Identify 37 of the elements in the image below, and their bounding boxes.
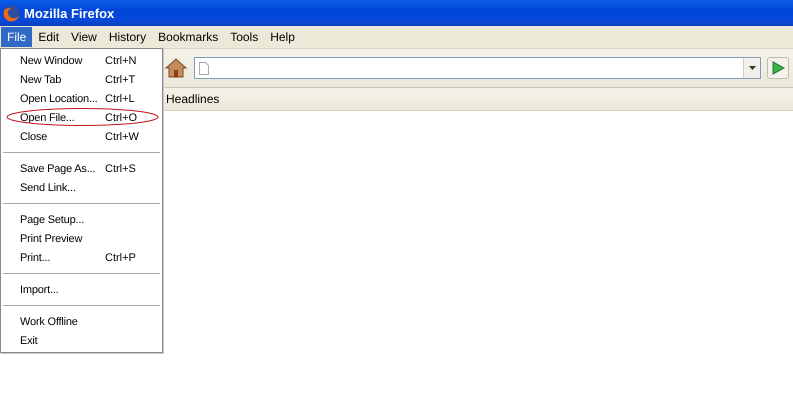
- menu-item[interactable]: Tools: [224, 27, 264, 47]
- menu-item[interactable]: File: [1, 27, 32, 47]
- shortcut-label: Ctrl+P: [105, 252, 136, 264]
- menu-item[interactable]: Bookmarks: [152, 27, 224, 47]
- menu-entry[interactable]: Send Link...: [20, 182, 105, 194]
- shortcut-label: Ctrl+N: [105, 54, 136, 66]
- go-button[interactable]: [767, 57, 789, 79]
- menu-entry[interactable]: Open Location...: [20, 92, 105, 104]
- menu-entry[interactable]: Import...: [20, 284, 105, 296]
- menu-entry[interactable]: Page Setup...: [20, 214, 105, 226]
- menu-entry[interactable]: Save Page As...: [20, 162, 105, 174]
- shortcut-label: Ctrl+S: [105, 162, 136, 174]
- menu-entry[interactable]: Work Offline: [20, 316, 105, 328]
- shortcut-label: Ctrl+W: [105, 130, 139, 142]
- bookmark-item[interactable]: Headlines: [160, 90, 226, 108]
- menu-entry[interactable]: Print Preview: [20, 232, 105, 244]
- menu-entry[interactable]: Print...: [20, 252, 105, 264]
- menu-entry[interactable]: New Tab: [20, 74, 105, 86]
- menu-item[interactable]: View: [65, 27, 103, 47]
- page-icon: [199, 62, 209, 74]
- browser-logo-icon: [3, 4, 20, 22]
- window-title: Mozilla Firefox: [24, 6, 114, 20]
- address-field[interactable]: [194, 57, 761, 79]
- shortcut-label: Ctrl+L: [105, 92, 135, 104]
- play-arrow-icon: [772, 61, 784, 75]
- shortcut-label: Ctrl+O: [105, 112, 138, 124]
- menu-item[interactable]: Help: [264, 27, 301, 47]
- menu-entry[interactable]: Open File...: [20, 112, 105, 124]
- menu-entry[interactable]: Exit: [20, 334, 105, 346]
- dropdown-button[interactable]: [743, 58, 760, 78]
- menu-entry[interactable]: New Window: [20, 54, 105, 66]
- menu-item[interactable]: History: [102, 27, 152, 47]
- caret-icon: [748, 66, 756, 70]
- shortcut-label: Ctrl+T: [105, 74, 136, 86]
- home-icon[interactable]: [164, 56, 188, 80]
- menu-item[interactable]: Edit: [32, 27, 66, 47]
- menu-entry[interactable]: Close: [20, 130, 105, 142]
